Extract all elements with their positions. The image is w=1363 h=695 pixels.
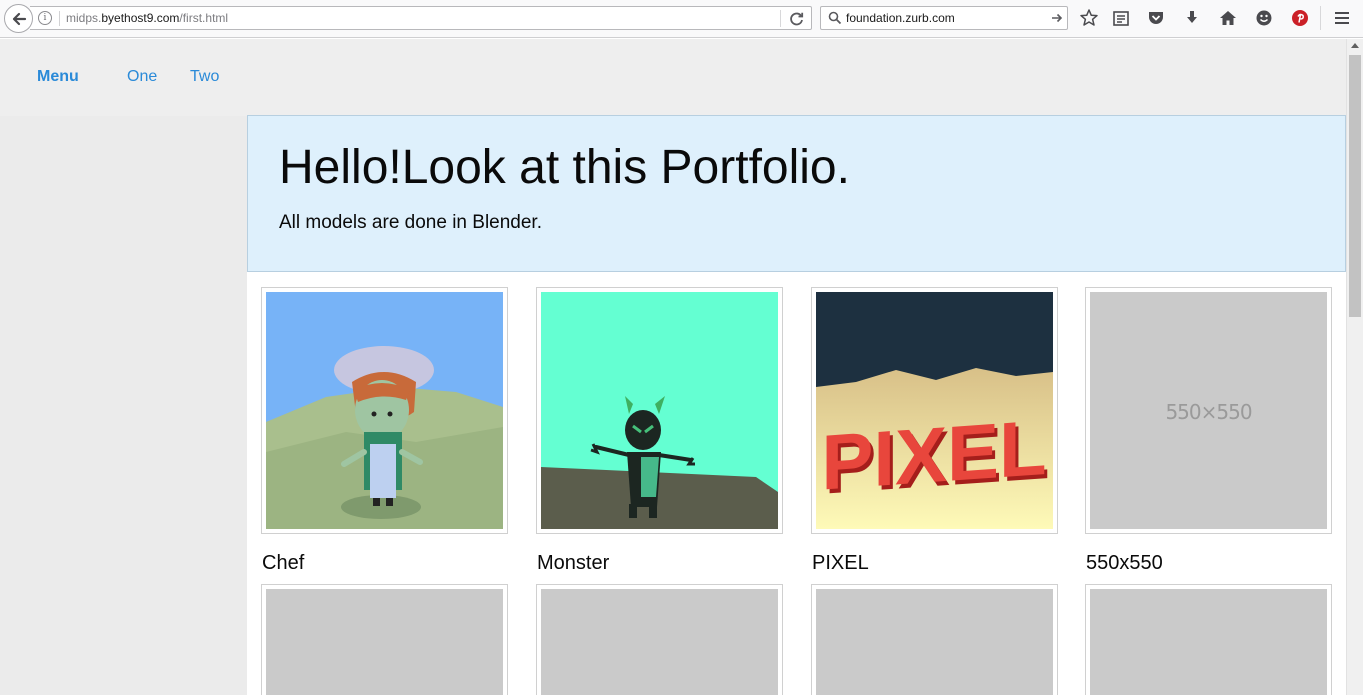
intro-callout: Hello!Look at this Portfolio. All models… [247,115,1346,272]
gallery-thumbnail-550x550[interactable]: 550×550 [1085,287,1332,534]
url-text[interactable]: midps.byethost9.com/first.html [66,11,228,25]
site-info-icon[interactable]: i [38,11,52,25]
chef-render-image [266,292,503,529]
divider [1320,6,1321,30]
scrollbar-thumb[interactable] [1349,55,1361,317]
home-icon[interactable] [1218,8,1238,28]
caption-monster: Monster [537,552,610,574]
gallery-thumbnail[interactable] [536,584,783,695]
download-icon[interactable] [1182,8,1202,28]
address-bar[interactable]: i midps.byethost9.com/first.html [30,6,812,30]
gallery-thumbnail[interactable] [1085,584,1332,695]
search-go-icon[interactable] [1050,11,1064,25]
caption-550x550: 550x550 [1086,552,1163,574]
search-bar[interactable]: foundation.zurb.com [820,6,1068,30]
back-button[interactable] [4,4,33,33]
gallery-thumbnail[interactable] [261,584,508,695]
vertical-scrollbar[interactable] [1346,39,1363,695]
bookmark-star-icon[interactable] [1079,8,1099,28]
gallery-thumbnail-chef[interactable] [261,287,508,534]
reload-icon[interactable] [788,10,806,28]
search-icon [828,11,842,25]
placeholder-image [266,589,503,695]
pixel-render-image: PIXEL PIXEL [816,292,1053,529]
pixel-3d-text: PIXEL [821,403,1046,507]
placeholder-image [541,589,778,695]
feedback-smiley-icon[interactable] [1254,8,1274,28]
page-viewport: Menu One Two Hello!Look at this Portfoli… [0,39,1346,695]
page-title: Hello!Look at this Portfolio. [279,141,850,194]
divider [59,11,60,26]
nav-item-one[interactable]: One [127,68,157,86]
back-arrow-icon [12,12,27,26]
pocket-icon[interactable] [1146,8,1166,28]
top-bar: Menu One Two [0,39,1346,116]
caption-pixel: PIXEL [812,552,869,574]
monster-render-image [541,292,778,529]
gallery-thumbnail-monster[interactable] [536,287,783,534]
hamburger-menu-icon[interactable] [1332,8,1352,28]
nav-item-two[interactable]: Two [190,68,219,86]
placeholder-image [1090,589,1327,695]
scroll-up-arrow-icon[interactable] [1351,43,1359,48]
gallery-thumbnail[interactable] [811,584,1058,695]
placeholder-label: 550×550 [1165,400,1252,424]
divider [780,10,781,27]
placeholder-image: 550×550 [1090,292,1327,529]
menu-title[interactable]: Menu [37,68,79,86]
page-subtitle: All models are done in Blender. [279,212,542,233]
reading-list-icon[interactable] [1111,8,1131,28]
placeholder-image [816,589,1053,695]
pinterest-icon[interactable] [1290,8,1310,28]
search-input[interactable]: foundation.zurb.com [846,11,955,25]
caption-chef: Chef [262,552,305,574]
browser-toolbar: i midps.byethost9.com/first.html foundat… [0,0,1363,38]
main-content: Hello!Look at this Portfolio. All models… [247,115,1346,695]
gallery-thumbnail-pixel[interactable]: PIXEL PIXEL [811,287,1058,534]
